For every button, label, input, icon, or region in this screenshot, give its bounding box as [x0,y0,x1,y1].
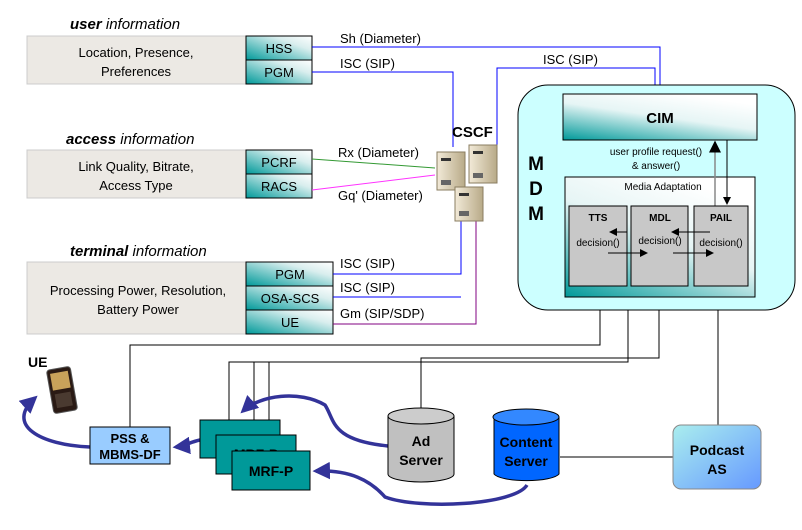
hss-label: HSS [266,41,293,56]
terminal-info-title: terminal information [70,243,207,260]
content-server-label: Content [500,434,553,450]
profile-answer-label: & answer() [632,161,680,172]
profile-request-label: user profile request() [610,147,702,158]
cscf-server-icon [436,144,498,222]
user-info-line: Preferences [101,64,172,79]
phone-icon [46,366,78,414]
rx-label: Rx (Diameter) [338,145,419,160]
isc-cscf-mdm-label: ISC (SIP) [543,52,598,67]
pail-label: PAIL [710,213,732,224]
isc-user-line [312,71,454,147]
access-info-title: access information [66,131,194,148]
ad-server-label: Server [399,452,443,468]
user-info-line: Location, Presence, [79,45,194,60]
pgm-terminal-label: PGM [275,267,305,282]
sh-label: Sh (Diameter) [340,31,421,46]
ad-server-mdm-line [420,310,660,408]
pgm-label: PGM [264,65,294,80]
osa-scs-label: OSA-SCS [261,291,320,306]
user-info-title: user information [70,16,180,33]
podcast-label: AS [707,461,726,477]
pss-label: PSS & [110,431,149,446]
mrf-p-label: MRF-P [249,463,293,479]
ue-label: UE [28,354,47,370]
media-adaptation-label: Media Adaptation [624,182,701,193]
ad-server-label: Ad [412,433,431,449]
tts-decision: decision() [576,238,619,249]
isc-pgm-label: ISC (SIP) [340,256,395,271]
gq-label: Gq' (Diameter) [338,188,423,203]
access-info-line: Access Type [99,178,172,193]
pss-label: MBMS-DF [99,447,160,462]
terminal-info-box [26,261,247,335]
tts-label: TTS [589,213,608,224]
mdm-letter: M [528,154,544,175]
content-server-label: Server [504,453,548,469]
isc-osa-label: ISC (SIP) [340,280,395,295]
rx-line [311,158,436,169]
isc-user-label: ISC (SIP) [340,56,395,71]
access-info-line: Link Quality, Bitrate, [78,159,193,174]
ue-terminal-label: UE [281,315,299,330]
mrf-to-pss-arrow [172,436,201,455]
pcrf-label: PCRF [261,155,296,170]
cscf-label: CSCF [452,124,493,141]
terminal-info-line: Processing Power, Resolution, [50,283,226,298]
cim-label: CIM [646,110,674,127]
pail-decision: decision() [699,238,742,249]
mdl-decision: decision() [638,236,681,247]
mdl-label: MDL [649,213,671,224]
podcast-label: Podcast [690,442,745,458]
architecture-diagram: user information Location, Presence, Pre… [18,16,796,506]
terminal-info-line: Battery Power [97,302,179,317]
mdm-letter: D [529,179,543,200]
gm-label: Gm (SIP/SDP) [340,306,425,321]
mdm-letter: M [528,204,544,225]
racs-label: RACS [261,179,297,194]
